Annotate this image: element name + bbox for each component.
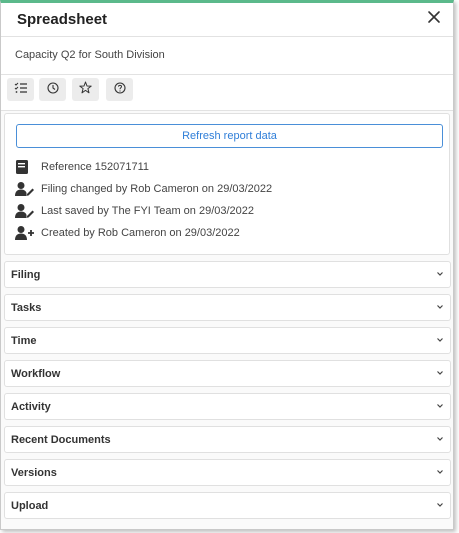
section-time[interactable]: Time xyxy=(4,327,451,354)
subtitle-row: Capacity Q2 for South Division xyxy=(1,37,453,75)
section-label: Workflow xyxy=(11,368,61,380)
last-saved-row: Last saved by The FYI Team on 29/03/2022 xyxy=(15,201,254,221)
created-text: Created by Rob Cameron on 29/03/2022 xyxy=(41,227,240,239)
last-saved-text: Last saved by The FYI Team on 29/03/2022 xyxy=(41,205,255,217)
chevron-down-icon xyxy=(437,503,443,507)
section-tasks[interactable]: Tasks xyxy=(4,294,451,321)
chevron-down-icon xyxy=(437,305,443,309)
favourite-button[interactable] xyxy=(72,78,99,101)
section-label: Versions xyxy=(11,467,57,479)
section-label: Time xyxy=(11,335,37,347)
chevron-down-icon xyxy=(437,371,443,375)
chevron-down-icon xyxy=(437,338,443,342)
section-label: Activity xyxy=(11,401,51,413)
list-button[interactable] xyxy=(7,78,34,101)
book-icon xyxy=(15,158,35,176)
toolbar xyxy=(1,75,453,111)
reference-text: Reference 152071711 xyxy=(41,161,150,173)
help-button[interactable] xyxy=(106,78,133,101)
panel-header: Spreadsheet xyxy=(1,3,453,37)
chevron-down-icon xyxy=(437,404,443,408)
section-filing[interactable]: Filing xyxy=(4,261,451,288)
chevron-down-icon xyxy=(437,437,443,441)
help-icon xyxy=(113,81,126,99)
section-label: Recent Documents xyxy=(11,434,111,446)
star-icon xyxy=(79,81,92,99)
section-workflow[interactable]: Workflow xyxy=(4,360,451,387)
user-edit-icon xyxy=(15,202,35,220)
section-label: Upload xyxy=(11,500,49,512)
list-icon xyxy=(14,81,28,99)
panel-title: Spreadsheet xyxy=(17,11,108,28)
history-button[interactable] xyxy=(39,78,66,101)
section-label: Filing xyxy=(11,269,41,281)
created-row: Created by Rob Cameron on 29/03/2022 xyxy=(15,223,240,243)
section-recent-documents[interactable]: Recent Documents xyxy=(4,426,451,453)
chevron-down-icon xyxy=(437,470,443,474)
chevron-down-icon xyxy=(437,272,443,276)
document-name: Capacity Q2 for South Division xyxy=(15,49,165,61)
user-edit-icon xyxy=(15,180,35,198)
filing-changed-text: Filing changed by Rob Cameron on 29/03/2… xyxy=(41,183,273,195)
section-versions[interactable]: Versions xyxy=(4,459,451,486)
section-activity[interactable]: Activity xyxy=(4,393,451,420)
refresh-report-button[interactable]: Refresh report data xyxy=(16,124,443,148)
close-icon[interactable] xyxy=(425,8,443,26)
filing-changed-row: Filing changed by Rob Cameron on 29/03/2… xyxy=(15,179,272,199)
user-plus-icon xyxy=(15,224,35,242)
clock-icon xyxy=(46,81,59,99)
section-upload[interactable]: Upload xyxy=(4,492,451,519)
section-label: Tasks xyxy=(11,302,42,314)
spreadsheet-panel: Spreadsheet Capacity Q2 for South Divisi… xyxy=(0,0,454,530)
document-info-card: Refresh report data Reference 152071711 … xyxy=(4,113,450,255)
reference-row: Reference 152071711 xyxy=(15,157,149,177)
